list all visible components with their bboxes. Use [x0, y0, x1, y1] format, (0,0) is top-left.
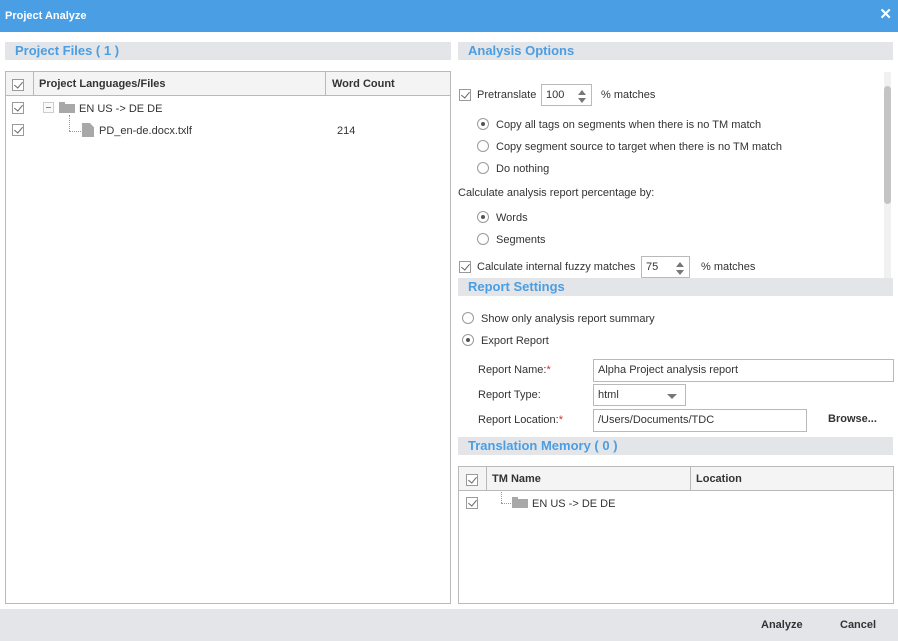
fuzzy-percent-stepper[interactable]: 75	[641, 256, 690, 278]
report-settings-header: Report Settings	[458, 278, 893, 296]
percentage-by-label: Calculate analysis report percentage by:	[458, 187, 655, 199]
words-label[interactable]: Words	[496, 211, 528, 225]
file-icon	[82, 123, 94, 137]
collapse-toggle-icon[interactable]	[43, 102, 54, 113]
window-title: Project Analyze	[5, 10, 87, 22]
analyze-button[interactable]: Analyze	[761, 619, 803, 631]
tm-grid-header: TM Name Location	[459, 467, 893, 491]
report-location-label: Report Location:*	[478, 414, 563, 426]
report-type-value[interactable]: html	[598, 389, 619, 401]
internal-fuzzy-checkbox[interactable]	[459, 261, 471, 273]
pretranslate-checkbox[interactable]	[459, 89, 471, 101]
summary-only-radio[interactable]	[462, 312, 474, 324]
browse-button[interactable]: Browse...	[828, 413, 877, 425]
analysis-options-scroll-thumb[interactable]	[884, 86, 891, 204]
project-files-grid: Project Languages/Files Word Count EN US…	[5, 71, 451, 604]
project-files-grid-header: Project Languages/Files Word Count	[6, 72, 450, 96]
export-report-radio[interactable]	[462, 334, 474, 346]
analysis-options-panel: Pretranslate 100 % matches Copy all tags…	[458, 72, 878, 278]
analysis-options-header: Analysis Options	[458, 42, 893, 60]
increment-arrow-icon[interactable]	[578, 90, 586, 95]
select-all-tm-checkbox[interactable]	[466, 474, 478, 486]
report-name-input[interactable]: Alpha Project analysis report	[593, 359, 894, 382]
folder-icon	[512, 497, 528, 508]
column-header-tm-name[interactable]: TM Name	[492, 467, 541, 491]
language-pair-checkbox[interactable]	[12, 102, 24, 114]
translation-memory-header: Translation Memory ( 0 )	[458, 437, 893, 455]
pretranslate-percent-value[interactable]: 100	[546, 89, 564, 101]
internal-fuzzy-label: Calculate internal fuzzy matches	[477, 261, 636, 273]
chevron-down-icon[interactable]	[667, 394, 677, 399]
file-name-label[interactable]: PD_en-de.docx.txlf	[99, 124, 192, 138]
words-radio[interactable]	[477, 211, 489, 223]
pretranslate-label: Pretranslate	[477, 89, 537, 101]
increment-arrow-icon[interactable]	[676, 262, 684, 267]
dialog-footer: Analyze Cancel	[0, 609, 898, 641]
column-header-languages-files[interactable]: Project Languages/Files	[39, 72, 166, 96]
column-header-location[interactable]: Location	[696, 467, 742, 491]
file-checkbox[interactable]	[12, 124, 24, 136]
decrement-arrow-icon[interactable]	[676, 270, 684, 275]
cancel-button[interactable]: Cancel	[840, 619, 876, 631]
copy-all-tags-radio[interactable]	[477, 118, 489, 130]
report-type-label: Report Type:	[478, 389, 541, 401]
column-header-word-count[interactable]: Word Count	[332, 72, 395, 96]
do-nothing-radio[interactable]	[477, 162, 489, 174]
language-pair-label[interactable]: EN US -> DE DE	[79, 102, 162, 116]
close-icon[interactable]: ✕	[879, 7, 892, 23]
copy-all-tags-label[interactable]: Copy all tags on segments when there is …	[496, 118, 761, 132]
fuzzy-percent-value[interactable]: 75	[646, 261, 658, 273]
project-files-header: Project Files ( 1 )	[5, 42, 451, 60]
tm-language-pair-checkbox[interactable]	[466, 497, 478, 509]
copy-segment-source-label[interactable]: Copy segment source to target when there…	[496, 140, 782, 154]
pretranslate-suffix: % matches	[601, 89, 656, 101]
select-all-files-checkbox[interactable]	[12, 79, 24, 91]
report-type-select[interactable]: html	[593, 384, 686, 406]
pretranslate-percent-stepper[interactable]: 100	[541, 84, 592, 106]
copy-segment-source-radio[interactable]	[477, 140, 489, 152]
segments-radio[interactable]	[477, 233, 489, 245]
export-report-label[interactable]: Export Report	[481, 334, 549, 348]
report-location-input[interactable]: /Users/Documents/TDC	[593, 409, 807, 432]
segments-label[interactable]: Segments	[496, 233, 546, 247]
folder-icon	[59, 102, 75, 113]
file-word-count: 214	[337, 125, 356, 137]
decrement-arrow-icon[interactable]	[578, 98, 586, 103]
title-bar: Project Analyze ✕	[0, 0, 898, 32]
summary-only-label[interactable]: Show only analysis report summary	[481, 312, 655, 326]
do-nothing-label[interactable]: Do nothing	[496, 162, 549, 176]
report-name-label: Report Name:*	[478, 364, 551, 376]
tm-language-pair-label[interactable]: EN US -> DE DE	[532, 497, 615, 511]
translation-memory-grid: TM Name Location EN US -> DE DE	[458, 466, 894, 604]
fuzzy-suffix: % matches	[701, 261, 756, 273]
